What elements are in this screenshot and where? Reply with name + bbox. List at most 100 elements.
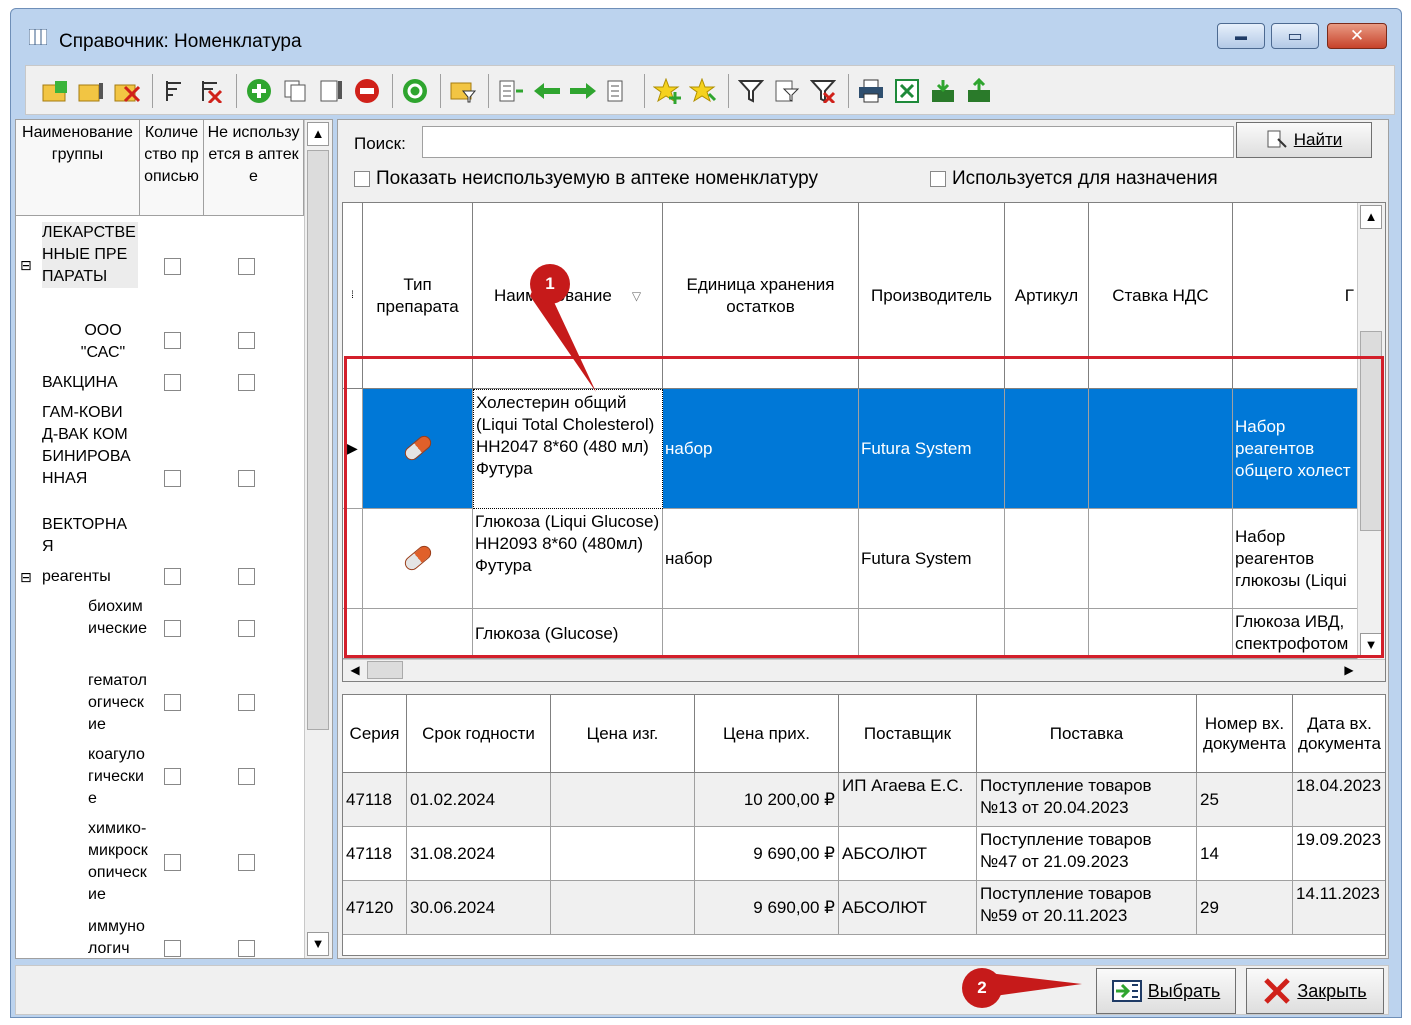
row-indicator[interactable]	[343, 509, 363, 609]
price-in-cell[interactable]: 10 200,00 ₽	[695, 773, 839, 827]
column-header-doc-date[interactable]: Дата вх. документа	[1293, 695, 1385, 773]
column-header-price-mfr[interactable]: Цена изг.	[551, 695, 695, 773]
vat-cell[interactable]	[1089, 609, 1233, 659]
arrow-left-icon[interactable]	[532, 76, 562, 106]
scroll-down-icon[interactable]: ▼	[1360, 633, 1382, 657]
name-cell[interactable]: Глюкоза (Liqui Glucose) НН2093 8*60 (480…	[473, 509, 663, 609]
scroll-left-icon[interactable]: ◀	[345, 661, 365, 679]
print-icon[interactable]	[856, 76, 886, 106]
tree-item[interactable]: ГАМ-КОВИД-ВАК КОМБИНИРОВАННАЯ	[16, 402, 306, 514]
unit-cell[interactable]: набор	[663, 389, 859, 509]
column-header-description[interactable]: Г	[1233, 203, 1361, 389]
doc-num-cell[interactable]: 14	[1197, 827, 1293, 881]
delivery-cell[interactable]: Поступление товаров №59 от 20.11.2023	[977, 881, 1197, 935]
checkbox-unused[interactable]	[238, 374, 255, 391]
column-header-maker[interactable]: Производитель	[859, 203, 1005, 389]
column-header-quantity[interactable]: Количество прописью	[140, 120, 204, 216]
price-mfr-cell[interactable]	[551, 827, 695, 881]
import-xml-icon[interactable]	[928, 76, 958, 106]
delivery-cell[interactable]: Поступление товаров №13 от 20.04.2023	[977, 773, 1197, 827]
price-mfr-cell[interactable]	[551, 773, 695, 827]
column-settings-icon[interactable]	[496, 76, 526, 106]
column-header-group-name[interactable]: Наименование группы	[16, 120, 140, 216]
column-header-unused[interactable]: Не используется в аптеке	[204, 120, 304, 216]
checkbox-quantity[interactable]	[164, 374, 181, 391]
doc-num-cell[interactable]: 29	[1197, 881, 1293, 935]
delete-item-icon[interactable]	[352, 76, 382, 106]
checkbox-quantity[interactable]	[164, 470, 181, 487]
tree-item[interactable]: биохимические	[16, 596, 306, 662]
checkbox-quantity[interactable]	[164, 940, 181, 957]
expiry-cell[interactable]: 31.08.2024	[407, 827, 551, 881]
filter-edit-icon[interactable]	[772, 76, 802, 106]
checkbox-unused[interactable]	[238, 332, 255, 349]
scroll-up-icon[interactable]: ▲	[307, 122, 329, 146]
edit-group-icon[interactable]	[76, 76, 106, 106]
column-settings-2-icon[interactable]	[604, 76, 634, 106]
checkbox-show-unused[interactable]: Показать неиспользуемую в аптеке номенкл…	[354, 168, 818, 190]
series-cell[interactable]: 47118	[343, 773, 407, 827]
refresh-icon[interactable]	[400, 76, 430, 106]
find-button[interactable]: Найти	[1236, 122, 1372, 158]
grid-menu-icon[interactable]: ⁞	[343, 203, 363, 389]
excel-icon[interactable]	[892, 76, 922, 106]
column-header-expiry[interactable]: Срок годности	[407, 695, 551, 773]
checkbox-quantity[interactable]	[164, 258, 181, 275]
collapse-icon[interactable]: ⊟	[20, 566, 32, 588]
checkbox-unused[interactable]	[238, 940, 255, 957]
scroll-down-icon[interactable]: ▼	[307, 932, 329, 956]
checkbox-unused[interactable]	[238, 768, 255, 785]
column-header-article[interactable]: Артикул	[1005, 203, 1089, 389]
checkbox-prescription[interactable]: Используется для назначения	[930, 168, 1218, 190]
description-cell[interactable]: Набор реагентов глюкозы (Liqui	[1233, 509, 1361, 609]
unit-cell[interactable]	[663, 609, 859, 659]
unit-cell[interactable]: набор	[663, 509, 859, 609]
description-cell[interactable]: Глюкоза ИВД, спектрофотом	[1233, 609, 1361, 659]
type-cell[interactable]	[363, 609, 473, 659]
export-xml-icon[interactable]	[964, 76, 994, 106]
scroll-thumb[interactable]	[367, 661, 403, 679]
series-cell[interactable]: 47118	[343, 827, 407, 881]
checkbox-unused[interactable]	[238, 568, 255, 585]
name-cell[interactable]: Холестерин общий (Liqui Total Cholestero…	[473, 389, 663, 509]
doc-date-cell[interactable]: 14.11.2023	[1293, 881, 1385, 935]
clear-filter-icon[interactable]	[808, 76, 838, 106]
vat-cell[interactable]	[1089, 389, 1233, 509]
type-cell[interactable]	[363, 509, 473, 609]
grid-vertical-scrollbar[interactable]: ▲ ▼	[1357, 203, 1385, 659]
tree-scrollbar[interactable]: ▲ ▼	[304, 120, 332, 958]
folder-filter-icon[interactable]	[448, 76, 478, 106]
scroll-thumb[interactable]	[1360, 331, 1382, 531]
row-indicator[interactable]	[343, 609, 363, 659]
checkbox-unused[interactable]	[238, 694, 255, 711]
delete-group-icon[interactable]	[112, 76, 142, 106]
checkbox-quantity[interactable]	[164, 332, 181, 349]
expiry-cell[interactable]: 01.02.2024	[407, 773, 551, 827]
vat-cell[interactable]	[1089, 509, 1233, 609]
add-item-icon[interactable]	[244, 76, 274, 106]
tree-item[interactable]: ⊟ реагенты	[16, 566, 306, 592]
maker-cell[interactable]	[859, 609, 1005, 659]
type-cell[interactable]	[363, 389, 473, 509]
select-button[interactable]: Выбрать	[1096, 968, 1236, 1014]
checkbox-box[interactable]	[354, 171, 370, 187]
column-header-series[interactable]: Серия	[343, 695, 407, 773]
close-button[interactable]: Закрыть	[1246, 968, 1384, 1014]
scroll-up-icon[interactable]: ▲	[1360, 205, 1382, 229]
price-in-cell[interactable]: 9 690,00 ₽	[695, 881, 839, 935]
doc-date-cell[interactable]: 19.09.2023	[1293, 827, 1385, 881]
column-header-price-in[interactable]: Цена прих.	[695, 695, 839, 773]
supplier-cell[interactable]: ИП Агаева Е.С.	[839, 773, 977, 827]
column-header-vat[interactable]: Ставка НДС	[1089, 203, 1233, 389]
expiry-cell[interactable]: 30.06.2024	[407, 881, 551, 935]
grid-horizontal-scrollbar[interactable]: ◀ ▶	[343, 659, 1385, 681]
maker-cell[interactable]: Futura System	[859, 509, 1005, 609]
article-cell[interactable]	[1005, 609, 1089, 659]
name-cell[interactable]: Глюкоза (Glucose)	[473, 609, 663, 659]
favorite-icon[interactable]	[688, 76, 718, 106]
checkbox-quantity[interactable]	[164, 854, 181, 871]
price-mfr-cell[interactable]	[551, 881, 695, 935]
tree-item[interactable]: химико-микроскопические	[16, 818, 306, 908]
column-header-doc-num[interactable]: Номер вх. документа	[1197, 695, 1293, 773]
article-cell[interactable]	[1005, 509, 1089, 609]
